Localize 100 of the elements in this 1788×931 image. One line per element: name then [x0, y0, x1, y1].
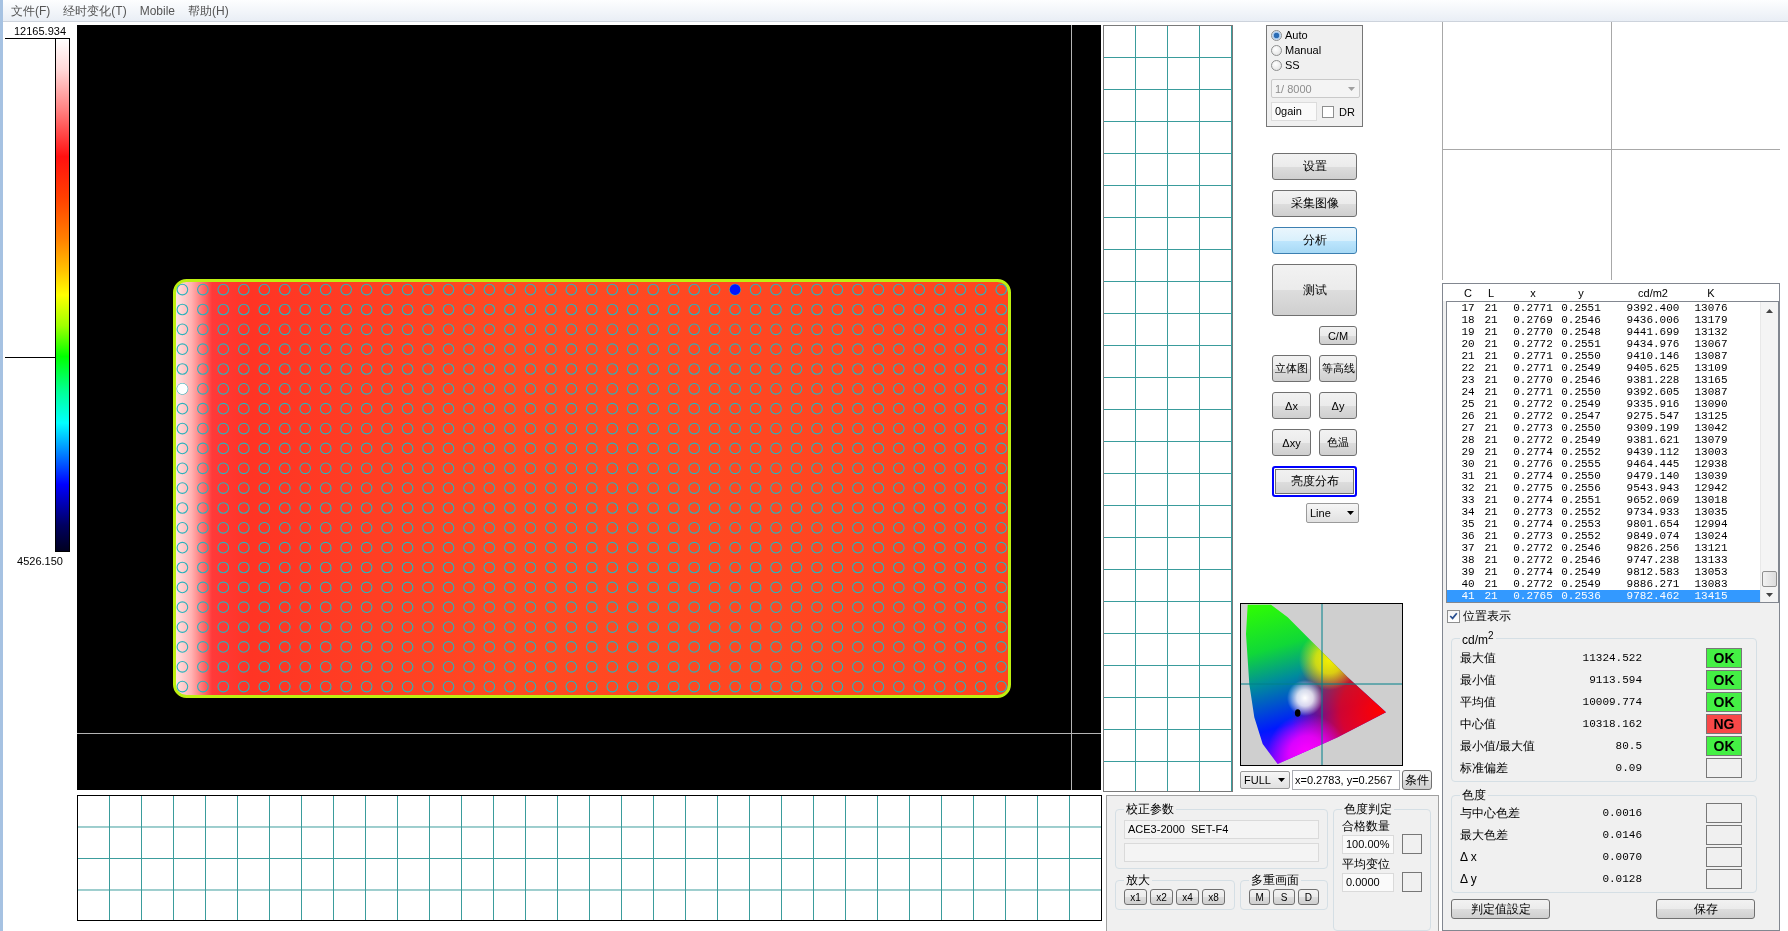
scrollbar-thumb[interactable]: [1762, 571, 1777, 587]
column-header: K: [1707, 286, 1715, 299]
scrollbar[interactable]: [1760, 302, 1778, 602]
checkbox-label[interactable]: 位置表示: [1463, 607, 1511, 625]
zoom-level-button[interactable]: x4: [1176, 889, 1199, 905]
table-cell: 0.2546: [1561, 554, 1601, 566]
save-button[interactable]: 保存: [1656, 899, 1755, 919]
scale-max-label: 12165.934: [14, 24, 66, 38]
tool-button[interactable]: 立体图: [1272, 355, 1311, 382]
table-row[interactable]: 30 21 0.2776 0.2555 9464.445 12938: [1447, 458, 1760, 470]
menu-item[interactable]: Mobile: [139, 2, 175, 19]
table-cell: 9410.146: [1626, 350, 1680, 362]
table-cell: 36: [1461, 530, 1475, 542]
view-mode-button[interactable]: M: [1249, 889, 1271, 905]
table-cell: 9309.199: [1626, 422, 1680, 434]
table-row[interactable]: 28 21 0.2772 0.2549 9381.621 13079: [1447, 434, 1760, 446]
radio-label[interactable]: Auto: [1285, 29, 1308, 42]
table-row[interactable]: 33 21 0.2774 0.2551 9652.069 13018: [1447, 494, 1760, 506]
table-row[interactable]: 32 21 0.2775 0.2556 9543.943 12942: [1447, 482, 1760, 494]
table-row[interactable]: 35 21 0.2774 0.2553 9801.654 12994: [1447, 518, 1760, 530]
table-cell: 0.2773: [1513, 530, 1553, 542]
table-cell: 9275.547: [1626, 410, 1680, 422]
scroll-down-arrow-icon[interactable]: [1766, 593, 1773, 597]
range-dropdown[interactable]: FULL: [1240, 771, 1290, 789]
zoom-level-button[interactable]: x2: [1150, 889, 1173, 905]
table-cell: 13087: [1694, 386, 1728, 398]
result-indicator: [1706, 869, 1742, 889]
tool-button[interactable]: Δxy: [1272, 429, 1311, 456]
tool-button[interactable]: 色温: [1319, 429, 1357, 456]
tool-button[interactable]: 分析: [1272, 227, 1357, 254]
table-row[interactable]: 17 21 0.2771 0.2551 9392.400 13076: [1447, 302, 1760, 314]
stat-value: 0.0146: [1602, 829, 1642, 841]
radio-label[interactable]: SS: [1285, 59, 1300, 72]
text-field[interactable]: [1124, 843, 1319, 862]
table-row[interactable]: 19 21 0.2770 0.2548 9441.699 13132: [1447, 326, 1760, 338]
table-cell: 21: [1484, 578, 1498, 590]
table-row[interactable]: 22 21 0.2771 0.2549 9405.625 13109: [1447, 362, 1760, 374]
scroll-up-arrow-icon[interactable]: [1766, 309, 1773, 313]
checkbox-label[interactable]: DR: [1339, 105, 1355, 118]
table-row[interactable]: 27 21 0.2773 0.2550 9309.199 13042: [1447, 422, 1760, 434]
column-header: C: [1464, 286, 1472, 299]
table-row[interactable]: 37 21 0.2772 0.2546 9826.256 13121: [1447, 542, 1760, 554]
radio-button[interactable]: [1271, 45, 1282, 56]
table-row[interactable]: 18 21 0.2769 0.2546 9436.006 13179: [1447, 314, 1760, 326]
table-cell: 0.2549: [1561, 362, 1601, 374]
zoom-level-button[interactable]: x8: [1202, 889, 1225, 905]
tool-button[interactable]: C/M: [1319, 326, 1357, 345]
gain-field[interactable]: 0gain: [1271, 102, 1317, 121]
table-cell: 0.2553: [1561, 518, 1601, 530]
view-mode-button[interactable]: D: [1297, 889, 1319, 905]
radio-button[interactable]: [1271, 60, 1282, 71]
menu-item[interactable]: 文件(F): [11, 2, 51, 19]
table-row[interactable]: 36 21 0.2773 0.2552 9849.074 13024: [1447, 530, 1760, 542]
judgment-settings-button[interactable]: 判定值設定: [1451, 899, 1550, 919]
checkbox[interactable]: [1322, 105, 1334, 118]
text-field[interactable]: ACE3-2000 SET-F4: [1124, 820, 1319, 839]
table-cell: 0.2774: [1513, 518, 1553, 530]
judgment-badge: OK: [1706, 736, 1742, 756]
table-row[interactable]: 40 21 0.2772 0.2549 9886.271 13083: [1447, 578, 1760, 590]
table-cell: 20: [1461, 338, 1475, 350]
view-mode-button[interactable]: S: [1273, 889, 1295, 905]
checkbox[interactable]: [1447, 609, 1460, 623]
tool-button[interactable]: 设置: [1272, 153, 1357, 180]
menu-item[interactable]: 帮助(H): [188, 2, 229, 19]
table-row[interactable]: 21 21 0.2771 0.2550 9410.146 13087: [1447, 350, 1760, 362]
zoom-level-button[interactable]: x1: [1124, 889, 1147, 905]
table-row[interactable]: 34 21 0.2773 0.2552 9734.933 13035: [1447, 506, 1760, 518]
tool-button[interactable]: 亮度分布: [1272, 466, 1357, 497]
tool-button[interactable]: 等高线: [1319, 355, 1357, 382]
table-row[interactable]: 29 21 0.2774 0.2552 9439.112 13003: [1447, 446, 1760, 458]
table-cell: 0.2774: [1513, 446, 1553, 458]
table-row[interactable]: 24 21 0.2771 0.2550 9392.605 13087: [1447, 386, 1760, 398]
table-cell: 13018: [1694, 494, 1728, 506]
judgment-badge: OK: [1706, 670, 1742, 690]
value-field[interactable]: 0.0000: [1342, 872, 1394, 892]
table-row[interactable]: 31 21 0.2774 0.2550 9479.140 13039: [1447, 470, 1760, 482]
tool-button[interactable]: 测试: [1272, 264, 1357, 316]
table-row[interactable]: 39 21 0.2774 0.2549 9812.583 13053: [1447, 566, 1760, 578]
tool-button[interactable]: Δy: [1319, 392, 1357, 419]
radio-label[interactable]: Manual: [1285, 44, 1322, 57]
value-field[interactable]: 100.00%: [1342, 834, 1394, 854]
table-cell: 12994: [1694, 518, 1728, 530]
stat-value: 9113.594: [1589, 674, 1642, 686]
table-row[interactable]: 25 21 0.2772 0.2549 9335.916 13090: [1447, 398, 1760, 410]
menu-item[interactable]: 经时变化(T): [63, 2, 127, 19]
table-cell: 0.2546: [1561, 542, 1601, 554]
line-mode-dropdown[interactable]: Line: [1306, 503, 1359, 523]
table-cell: 38: [1461, 554, 1475, 566]
table-row[interactable]: 20 21 0.2772 0.2551 9434.976 13067: [1447, 338, 1760, 350]
scale-min-label: 4526.150: [17, 554, 63, 568]
table-cell: 0.2773: [1513, 422, 1553, 434]
tool-button[interactable]: 采集图像: [1272, 190, 1357, 217]
coordinate-readout-field[interactable]: x=0.2783, y=0.2567: [1292, 770, 1400, 790]
table-cell: 13132: [1694, 326, 1728, 338]
table-row[interactable]: 38 21 0.2772 0.2546 9747.238 13133: [1447, 554, 1760, 566]
tool-button[interactable]: Δx: [1272, 392, 1311, 419]
radio-button[interactable]: [1271, 30, 1282, 41]
condition-button[interactable]: 条件: [1402, 770, 1432, 790]
table-row[interactable]: 26 21 0.2772 0.2547 9275.547 13125: [1447, 410, 1760, 422]
table-row[interactable]: 23 21 0.2770 0.2546 9381.228 13165: [1447, 374, 1760, 386]
